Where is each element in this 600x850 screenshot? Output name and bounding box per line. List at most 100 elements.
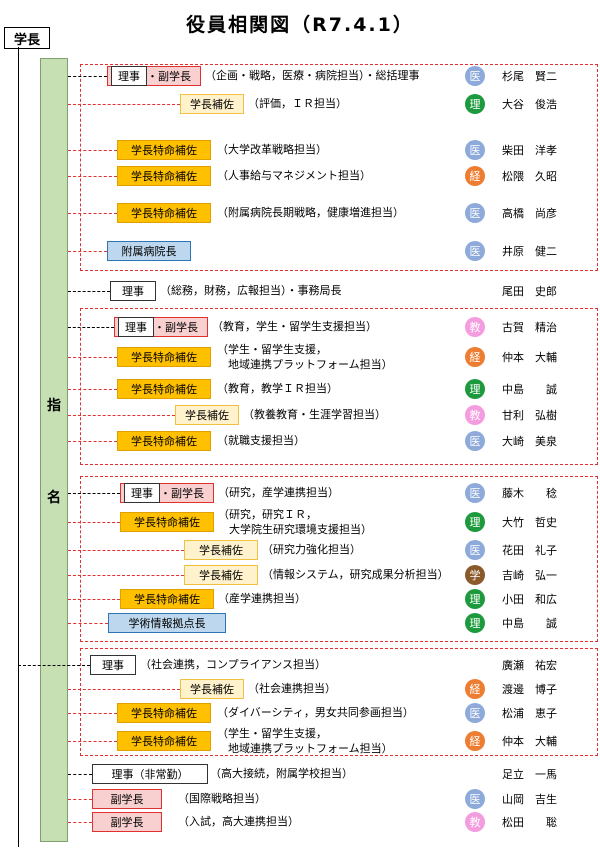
role-box: 理事	[90, 655, 136, 675]
faculty-badge: 医	[465, 203, 485, 223]
role-label: 学術情報拠点長	[128, 617, 206, 630]
person-name: 井原 健二	[502, 245, 557, 258]
connector-line	[68, 522, 120, 523]
faculty-badge: 医	[465, 140, 485, 160]
responsibility-text: （就職支援担当）	[217, 434, 305, 447]
role-label: 副学長	[110, 793, 144, 806]
responsibility-text: （産学連携担当）	[218, 592, 306, 605]
connector-line	[68, 327, 114, 328]
role-box: 学長特命補佐	[120, 512, 214, 532]
responsibility-text: （学生・留学生支援， 地域連携プラットフォーム担当）	[217, 727, 393, 755]
connector-line	[68, 689, 180, 690]
role-box: 学長特命補佐	[117, 431, 211, 451]
connector-line	[68, 213, 117, 214]
responsibility-text: （学生・留学生支援， 地域連携プラットフォーム担当）	[217, 343, 393, 371]
role-label: 理事	[124, 483, 160, 503]
faculty-badge: 理	[465, 589, 485, 609]
connector-line	[68, 176, 117, 177]
faculty-badge: 理	[465, 512, 485, 532]
role-label: 学長特命補佐	[131, 735, 197, 748]
person-name: 松田 聡	[502, 816, 557, 829]
role-box: 学長特命補佐	[117, 731, 211, 751]
faculty-badge: 医	[465, 540, 485, 560]
responsibility-text: （附属病院長期戦略，健康増進担当）	[217, 206, 404, 219]
responsibility-text: （教育，教学ＩＲ担当）	[217, 382, 338, 395]
person-name: 山岡 吉生	[502, 793, 557, 806]
faculty-badge: 経	[465, 347, 485, 367]
role-label: 学長特命補佐	[131, 170, 197, 183]
role-box: 学長特命補佐	[120, 589, 214, 609]
connector-line	[68, 441, 117, 442]
connector-line	[68, 550, 184, 551]
person-name: 松隈 久昭	[502, 170, 557, 183]
person-name: 甘利 弘樹	[502, 409, 557, 422]
responsibility-text: （大学改革戦略担当）	[217, 143, 327, 156]
role-label: 学長補佐	[199, 544, 243, 557]
role-label: 学長補佐	[190, 683, 234, 696]
role-label: 理事（非常勤）	[111, 768, 189, 781]
person-name: 大竹 哲史	[502, 516, 557, 529]
faculty-badge: 経	[465, 731, 485, 751]
role-box: 学長特命補佐	[117, 166, 211, 186]
person-name: 渡邊 博子	[502, 683, 557, 696]
faculty-badge: 医	[465, 66, 485, 86]
responsibility-text: （研究，産学連携担当）	[218, 486, 339, 499]
person-name: 藤木 稔	[502, 487, 557, 500]
role-label: 副学長	[110, 816, 144, 829]
designation-char: 名	[47, 490, 61, 506]
role-box: 副学長	[92, 789, 162, 809]
role-label: 附属病院長	[121, 245, 177, 258]
role-box: 学長補佐	[184, 540, 258, 560]
person-name: 吉崎 弘一	[502, 569, 557, 582]
connector-line	[68, 150, 117, 151]
chart-title: 役員相関図（R7.4.1）	[186, 14, 414, 36]
person-name: 杉尾 賢二	[502, 70, 557, 83]
role-box: 学長補佐	[184, 565, 258, 585]
role-label: 理事	[122, 285, 144, 298]
role-box: 学長補佐	[180, 94, 244, 114]
person-name: 小田 和広	[502, 593, 557, 606]
person-name: 古賀 精治	[502, 321, 557, 334]
connector-line	[68, 575, 184, 576]
role-box: 学長特命補佐	[117, 379, 211, 399]
role-label: 理事	[118, 317, 154, 337]
connector-line	[68, 76, 107, 77]
role-box: 学長特命補佐	[117, 140, 211, 160]
role-box: 理事	[110, 281, 156, 301]
person-name: 仲本 大輔	[502, 735, 557, 748]
role-box: 附属病院長	[107, 241, 191, 261]
role-box: 理事（非常勤）	[92, 764, 208, 784]
faculty-badge: 教	[465, 405, 485, 425]
connector-line	[68, 741, 117, 742]
person-name: 尾田 史郎	[502, 285, 557, 298]
responsibility-text: （社会連携担当）	[248, 682, 336, 695]
connector-line	[68, 415, 175, 416]
connector-line	[68, 599, 120, 600]
connector-line	[68, 291, 110, 292]
responsibility-text: （研究，研究ＩＲ， 大学院生研究環境支援担当）	[218, 508, 372, 536]
faculty-badge: 教	[465, 812, 485, 832]
person-name: 仲本 大輔	[502, 351, 557, 364]
role-label: 学長特命補佐	[131, 351, 197, 364]
role-label: 学長特命補佐	[131, 707, 197, 720]
role-label: 学長特命補佐	[131, 383, 197, 396]
connector-line	[68, 774, 92, 775]
person-name: 大谷 俊浩	[502, 98, 557, 111]
faculty-badge: 医	[465, 241, 485, 261]
role-box: 学長特命補佐	[117, 347, 211, 367]
responsibility-text: （入試，高大連携担当）	[178, 815, 299, 828]
person-name: 足立 一馬	[502, 768, 557, 781]
connector-line	[68, 389, 117, 390]
responsibility-text: （研究力強化担当）	[262, 543, 361, 556]
role-box: 学術情報拠点長	[108, 613, 226, 633]
responsibility-text: （総務，財務，広報担当）・事務局長	[160, 284, 342, 297]
responsibility-text: （国際戦略担当）	[178, 792, 266, 805]
faculty-badge: 経	[465, 679, 485, 699]
responsibility-text: （情報システム，研究成果分析担当）	[262, 568, 449, 581]
connector-line	[68, 713, 117, 714]
role-box: 学長特命補佐	[117, 203, 211, 223]
connector-line	[68, 251, 107, 252]
trunk-line	[18, 47, 19, 847]
connector-line	[68, 822, 92, 823]
faculty-badge: 医	[465, 789, 485, 809]
